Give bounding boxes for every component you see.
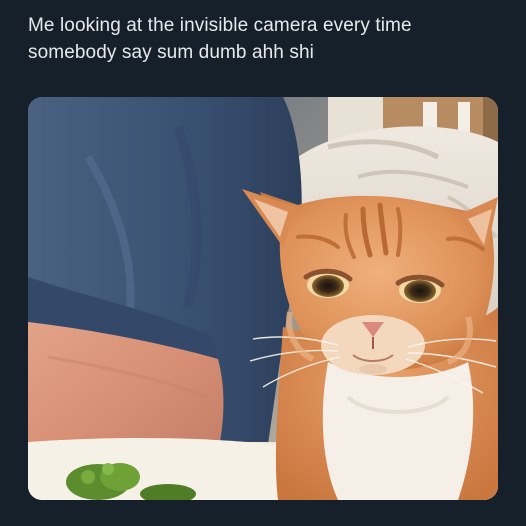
caption-line-2: somebody say sum dumb ahh shi [28,42,314,63]
caption-line-1: Me looking at the invisible camera every… [28,15,412,36]
meme-photo[interactable] [28,97,498,500]
post-caption: Me looking at the invisible camera every… [28,12,498,66]
meme-post: Me looking at the invisible camera every… [0,0,526,526]
cat-photo-illustration [28,97,498,500]
